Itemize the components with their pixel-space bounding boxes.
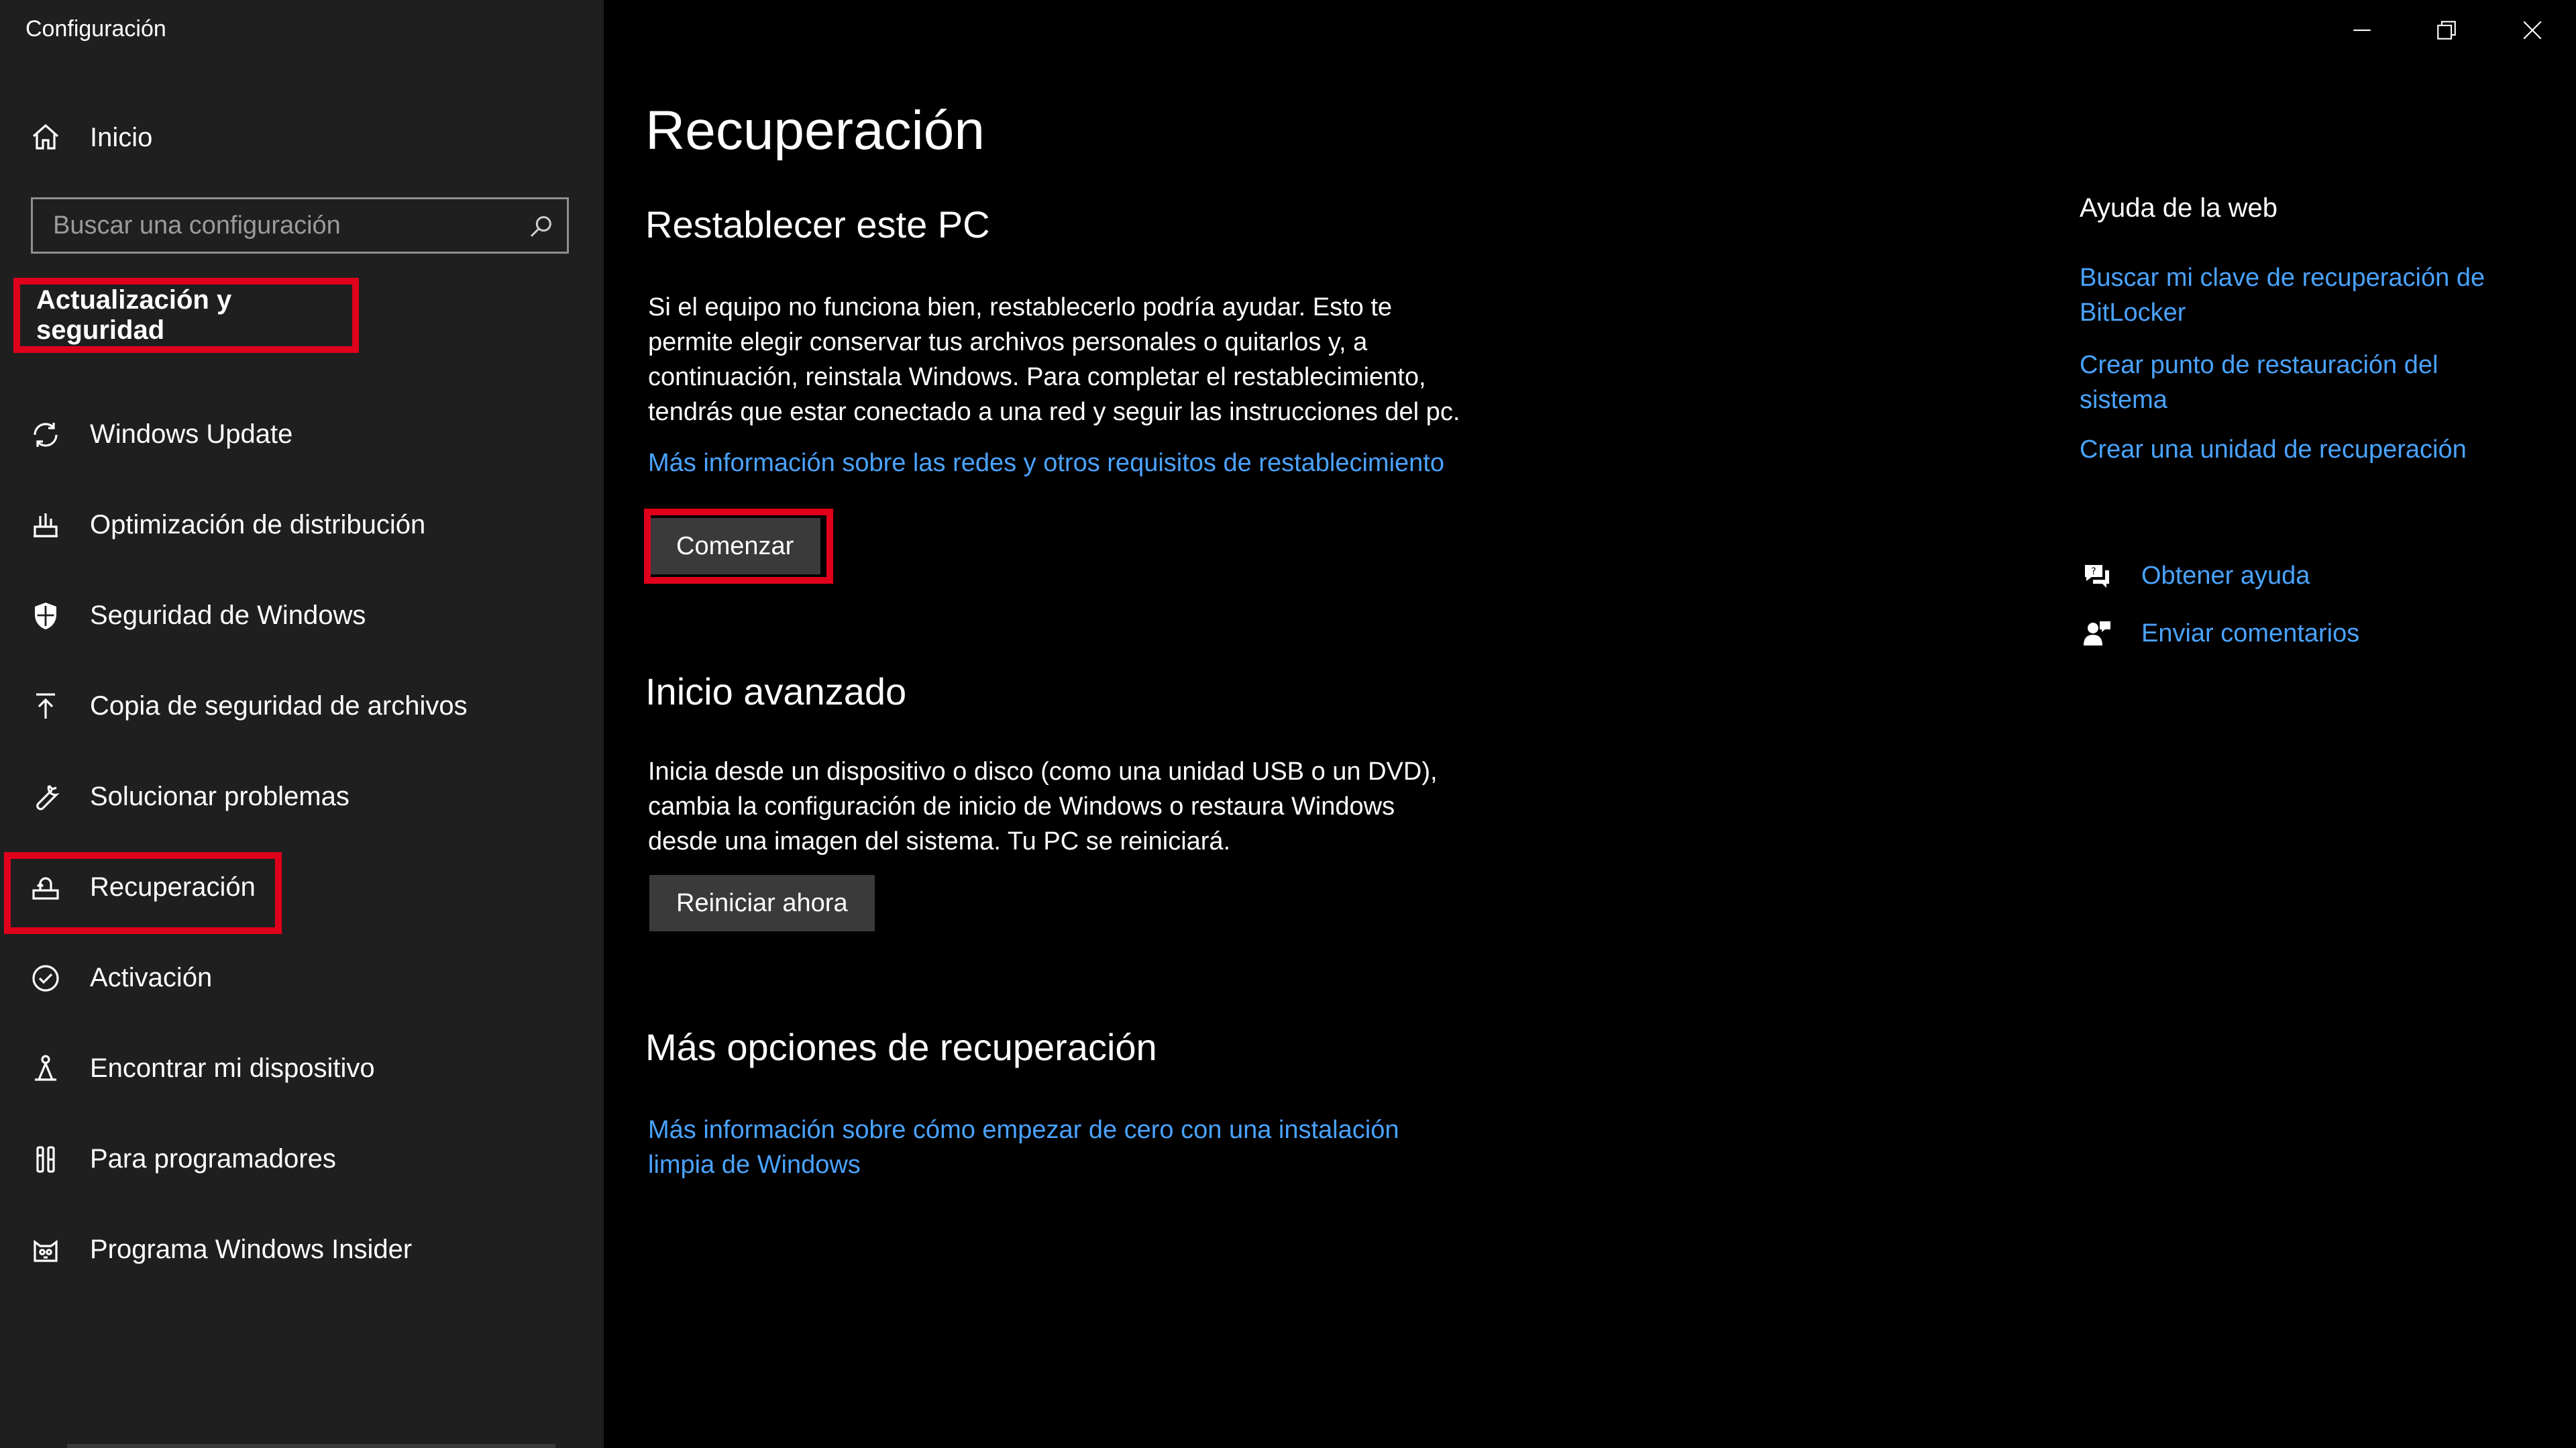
sidebar-item-label: Solucionar problemas [90, 782, 350, 811]
advanced-description-line: Inicia desde un dispositivo o disco (com… [648, 758, 1438, 786]
sidebar-item-label: Para programadores [90, 1144, 336, 1174]
sidebar-item-windows-update[interactable]: Windows Update [0, 389, 604, 480]
feedback-icon [2080, 616, 2114, 651]
more-options-heading: Más opciones de recuperación [645, 1026, 1157, 1068]
sidebar-item-find-device[interactable]: Encontrar mi dispositivo [0, 1023, 604, 1114]
help-link-line[interactable]: BitLocker [2080, 299, 2186, 327]
svg-text:?: ? [2091, 566, 2096, 577]
sidebar-item-activation[interactable]: Activación [0, 933, 604, 1023]
shield-icon [28, 599, 63, 633]
help-link-line[interactable]: sistema [2080, 386, 2167, 414]
help-chat-icon: ? [2080, 558, 2114, 593]
sidebar-item-delivery-optimization[interactable]: Optimización de distribución [0, 480, 604, 570]
insider-cat-icon [28, 1233, 63, 1268]
recovery-icon [28, 870, 63, 905]
sidebar-item-label: Activación [90, 963, 213, 992]
help-link-line[interactable]: Crear punto de restauración del [2080, 351, 2438, 379]
clean-install-link[interactable]: Más información sobre cómo empezar de ce… [648, 1113, 1399, 1182]
sidebar-item-label: Encontrar mi dispositivo [90, 1053, 375, 1083]
send-feedback-label[interactable]: Enviar comentarios [2141, 619, 2359, 648]
sync-icon [28, 417, 63, 452]
developer-tools-icon [28, 1142, 63, 1177]
person-location-icon [28, 1051, 63, 1086]
help-link-line[interactable]: Crear una unidad de recuperación [2080, 435, 2467, 464]
sidebar-item-label: Copia de seguridad de archivos [90, 691, 468, 721]
main-content: Recuperación Restablecer este PC Si el e… [644, 0, 1920, 1448]
home-icon [28, 120, 63, 155]
reset-description-line: permite elegir conservar tus archivos pe… [648, 328, 1368, 356]
check-circle-icon [28, 961, 63, 996]
minimize-icon [2353, 29, 2371, 32]
clean-install-link-line[interactable]: Más información sobre cómo empezar de ce… [648, 1116, 1399, 1144]
sidebar-item-label: Seguridad de Windows [90, 601, 366, 630]
sidebar-item-label: Programa Windows Insider [90, 1235, 413, 1264]
section-label-update-security: Actualización y seguridad [13, 278, 359, 353]
search-input[interactable] [33, 199, 523, 252]
sidebar-item-backup[interactable]: Copia de seguridad de archivos [0, 661, 604, 752]
restart-now-button[interactable]: Reiniciar ahora [649, 875, 875, 931]
wrench-icon [28, 780, 63, 815]
help-panel-title: Ayuda de la web [2080, 193, 2278, 223]
sidebar-item-label: Windows Update [90, 419, 293, 449]
reset-start-button[interactable]: Comenzar [649, 518, 821, 574]
sidebar-item-troubleshoot[interactable]: Solucionar problemas [0, 752, 604, 842]
restore-point-link[interactable]: Crear punto de restauración del sistema [2080, 348, 2509, 417]
app-title: Configuración [25, 16, 166, 42]
reset-description-line: Si el equipo no funciona bien, restablec… [648, 293, 1393, 321]
get-help-link[interactable]: ? Obtener ayuda [2080, 558, 2310, 593]
reset-requirements-link[interactable]: Más información sobre las redes y otros … [648, 446, 1444, 480]
upload-arrow-icon [28, 689, 63, 724]
sidebar-item-recovery[interactable]: Recuperación [0, 842, 604, 934]
reset-description-line: tendrás que estar conectado a una red y … [648, 398, 1460, 426]
reset-description: Si el equipo no funciona bien, restablec… [648, 290, 1493, 429]
advanced-description-line: cambia la configuración de inicio de Win… [648, 792, 1395, 821]
sidebar-item-windows-security[interactable]: Seguridad de Windows [0, 570, 604, 661]
sidebar-nav: Windows Update Optimización de distribuc… [0, 389, 604, 1295]
reset-description-line: continuación, reinstala Windows. Para co… [648, 363, 1426, 391]
sidebar-item-developers[interactable]: Para programadores [0, 1114, 604, 1204]
get-help-label[interactable]: Obtener ayuda [2141, 562, 2310, 590]
sidebar-scrollbar[interactable] [67, 1444, 555, 1448]
sidebar: Configuración Inicio Actualización y seg… [0, 0, 604, 1448]
advanced-description-line: desde una imagen del sistema. Tu PC se r… [648, 827, 1231, 856]
sidebar-item-label: Recuperación [90, 872, 256, 902]
sidebar-item-label: Optimización de distribución [90, 510, 426, 539]
help-link-line[interactable]: Buscar mi clave de recuperación de [2080, 264, 2485, 292]
search-box[interactable] [31, 197, 569, 254]
restore-button[interactable] [2404, 0, 2489, 60]
search-icon[interactable] [528, 213, 555, 240]
close-button[interactable] [2490, 0, 2575, 60]
delivery-optimization-icon [28, 508, 63, 543]
send-feedback-link[interactable]: Enviar comentarios [2080, 616, 2359, 651]
minimize-button[interactable] [2320, 0, 2404, 60]
recovery-drive-link[interactable]: Crear una unidad de recuperación [2080, 432, 2509, 467]
reset-heading: Restablecer este PC [645, 203, 990, 246]
sidebar-item-home[interactable]: Inicio [28, 115, 152, 160]
clean-install-link-line[interactable]: limpia de Windows [648, 1151, 861, 1179]
sidebar-item-insider[interactable]: Programa Windows Insider [0, 1204, 604, 1295]
sidebar-item-label: Inicio [90, 122, 153, 152]
bitlocker-key-link[interactable]: Buscar mi clave de recuperación de BitLo… [2080, 260, 2509, 330]
advanced-startup-heading: Inicio avanzado [645, 670, 907, 713]
close-icon [2523, 21, 2542, 40]
page-title: Recuperación [645, 100, 985, 161]
restore-icon [2437, 21, 2456, 40]
advanced-startup-description: Inicia desde un dispositivo o disco (com… [648, 754, 1493, 859]
